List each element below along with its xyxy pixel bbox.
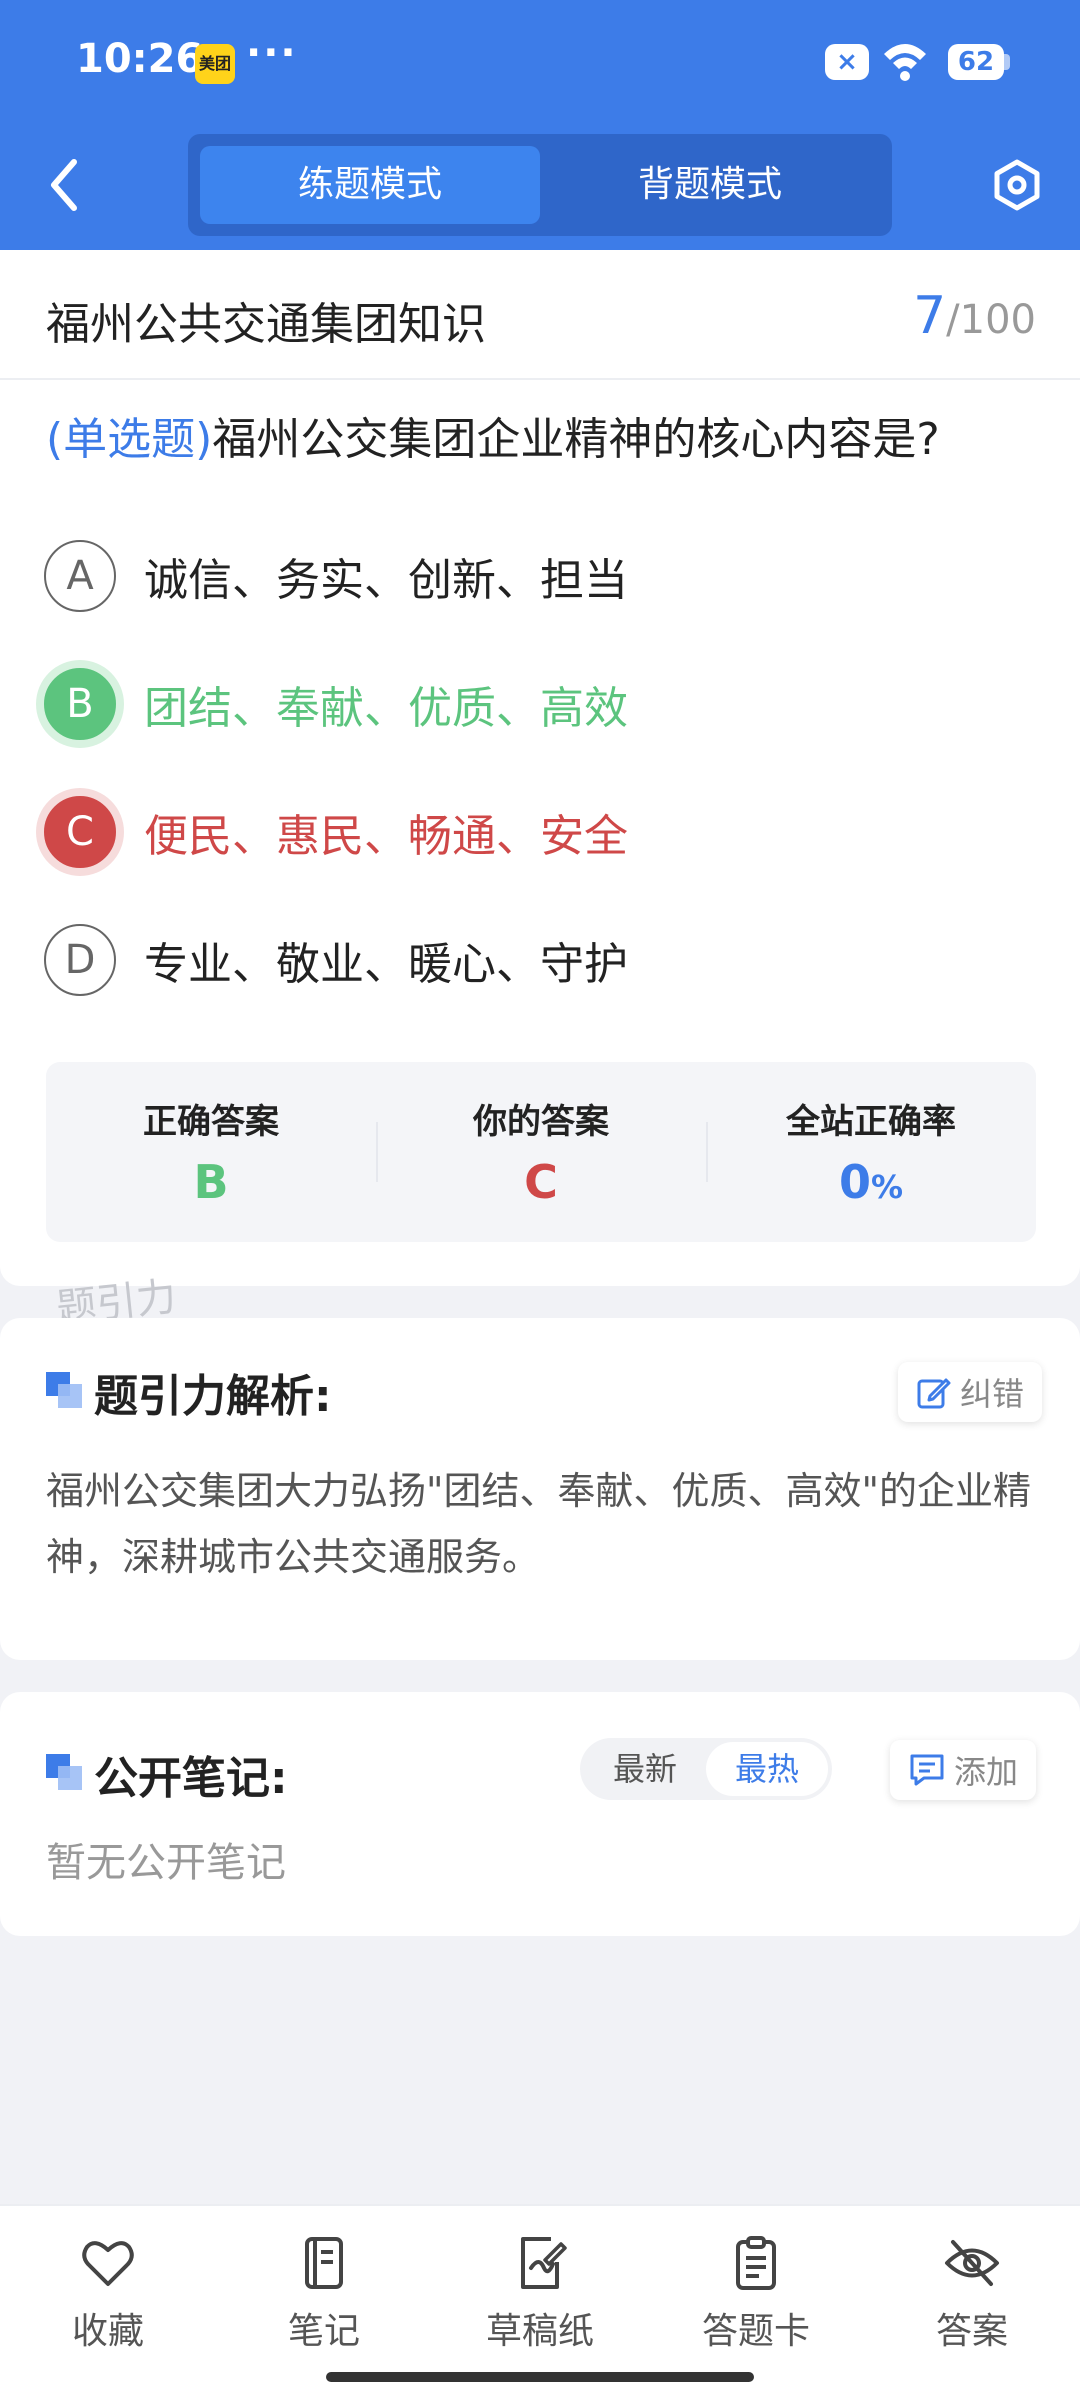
analysis-title: 题引力解析: <box>94 1371 332 1422</box>
nav-answer-sheet[interactable]: 答题卡 <box>648 2206 864 2400</box>
notebook-icon <box>305 2237 343 2289</box>
progress-total: /100 <box>946 297 1036 343</box>
nav-notes-label: 笔记 <box>287 2311 360 2352</box>
analysis-text: 福州公交集团大力弘扬"团结、奉献、优质、高效"的企业精神，深耕城市公共交通服务。 <box>46 1469 1031 1579</box>
correct-answer-label: 正确答案 <box>143 1102 279 1142</box>
status-time: 10:26 <box>76 36 204 82</box>
battery-icon: 62 <box>948 44 1004 80</box>
option-text: 团结、奉献、优质、高效 <box>144 683 628 734</box>
correct-answer-value: B <box>193 1155 229 1209</box>
option-a[interactable]: A 诚信、务实、创新、担当 <box>44 538 628 614</box>
site-accuracy-number: 0 <box>838 1155 871 1209</box>
notes-empty-text: 暂无公开笔记 <box>46 1840 286 1886</box>
site-accuracy-value: 0% <box>706 1155 1036 1209</box>
answer-summary: 正确答案 B 你的答案 C 全站正确率 0% <box>46 1062 1036 1242</box>
your-answer-value: C <box>524 1155 558 1209</box>
nav-answer-label: 答案 <box>935 2311 1008 2352</box>
nav-notes[interactable]: 笔记 <box>216 2206 432 2400</box>
your-answer-label: 你的答案 <box>473 1102 609 1142</box>
heart-icon <box>82 2241 134 2286</box>
option-text: 诚信、务实、创新、担当 <box>144 555 628 606</box>
your-answer: 你的答案 C <box>376 1062 706 1242</box>
wifi-icon <box>884 44 926 81</box>
nav-draft[interactable]: 草稿纸 <box>432 2206 648 2400</box>
correct-answer: 正确答案 B <box>46 1062 376 1242</box>
bottom-nav: 收藏 笔记 草稿纸 答题卡 答案 <box>0 2204 1080 2400</box>
add-note-button[interactable]: 添加 <box>890 1740 1037 1800</box>
option-letter: D <box>44 924 116 996</box>
draft-icon <box>521 2237 567 2289</box>
notes-title: 公开笔记: <box>94 1753 288 1804</box>
option-b[interactable]: B 团结、奉献、优质、高效 <box>44 666 628 742</box>
nav-draft-label: 草稿纸 <box>485 2311 594 2352</box>
answer-sheet-icon <box>736 2236 776 2290</box>
mode-tabs: 练题模式 背题模式 <box>188 134 892 236</box>
notes-sort-toggle: 最新 最热 <box>580 1738 832 1800</box>
tab-practice-mode[interactable]: 练题模式 <box>200 146 540 224</box>
settings-icon[interactable] <box>990 158 1044 212</box>
site-accuracy-unit: % <box>870 1168 904 1206</box>
battery-tip <box>1004 54 1010 70</box>
section-marker-icon <box>46 1372 82 1408</box>
option-letter: A <box>44 540 116 612</box>
section-marker-icon <box>46 1754 82 1790</box>
nav-favorite-label: 收藏 <box>71 2311 144 2352</box>
option-d[interactable]: D 专业、敬业、暖心、守护 <box>44 922 628 998</box>
option-text: 便民、惠民、畅通、安全 <box>144 811 628 862</box>
category-row: 福州公共交通集团知识 7/100 <box>0 250 1080 380</box>
option-text: 专业、敬业、暖心、守护 <box>144 939 628 990</box>
nav-favorite[interactable]: 收藏 <box>0 2206 216 2400</box>
option-letter: B <box>44 668 116 740</box>
question-body: 福州公交集团企业精神的核心内容是? <box>212 414 940 465</box>
signal-off-icon: × <box>825 44 869 80</box>
notes-card: 公开笔记: 最新 最热 添加 暂无公开笔记 <box>0 1692 1080 1936</box>
edit-icon <box>917 1378 951 1409</box>
question-text: (单选题)福州公交集团企业精神的核心内容是? <box>46 408 1046 472</box>
report-error-button[interactable]: 纠错 <box>898 1362 1043 1422</box>
category-title: 福州公共交通集团知识 <box>46 299 486 350</box>
meituan-app-icon: 美团 <box>195 44 235 84</box>
tab-memorize-mode[interactable]: 背题模式 <box>540 146 880 224</box>
back-icon[interactable] <box>40 150 90 220</box>
option-c[interactable]: C 便民、惠民、畅通、安全 <box>44 794 628 870</box>
eye-off-icon <box>945 2240 999 2286</box>
question-progress[interactable]: 7/100 <box>913 286 1036 346</box>
site-accuracy-label: 全站正确率 <box>786 1102 956 1142</box>
question-type: (单选题) <box>46 414 213 465</box>
question-card: 福州公共交通集团知识 7/100 (单选题)福州公交集团企业精神的核心内容是? … <box>0 250 1080 1286</box>
sort-hottest[interactable]: 最热 <box>706 1742 828 1796</box>
status-more-icon: ··· <box>246 30 298 76</box>
progress-current: 7 <box>913 286 947 346</box>
site-accuracy: 全站正确率 0% <box>706 1062 1036 1242</box>
report-error-label: 纠错 <box>960 1375 1025 1413</box>
top-header: 10:26 美团 ··· × 62 练题模式 背题模式 <box>0 0 1080 250</box>
add-note-label: 添加 <box>954 1753 1019 1791</box>
sort-newest[interactable]: 最新 <box>584 1742 706 1796</box>
analysis-card: 题引力解析: 纠错 福州公交集团大力弘扬"团结、奉献、优质、高效"的企业精神，深… <box>0 1318 1080 1660</box>
home-indicator[interactable] <box>326 2372 754 2382</box>
option-letter: C <box>44 796 116 868</box>
nav-answer[interactable]: 答案 <box>864 2206 1080 2400</box>
comment-icon <box>910 1754 944 1786</box>
nav-answer-sheet-label: 答题卡 <box>701 2311 810 2352</box>
